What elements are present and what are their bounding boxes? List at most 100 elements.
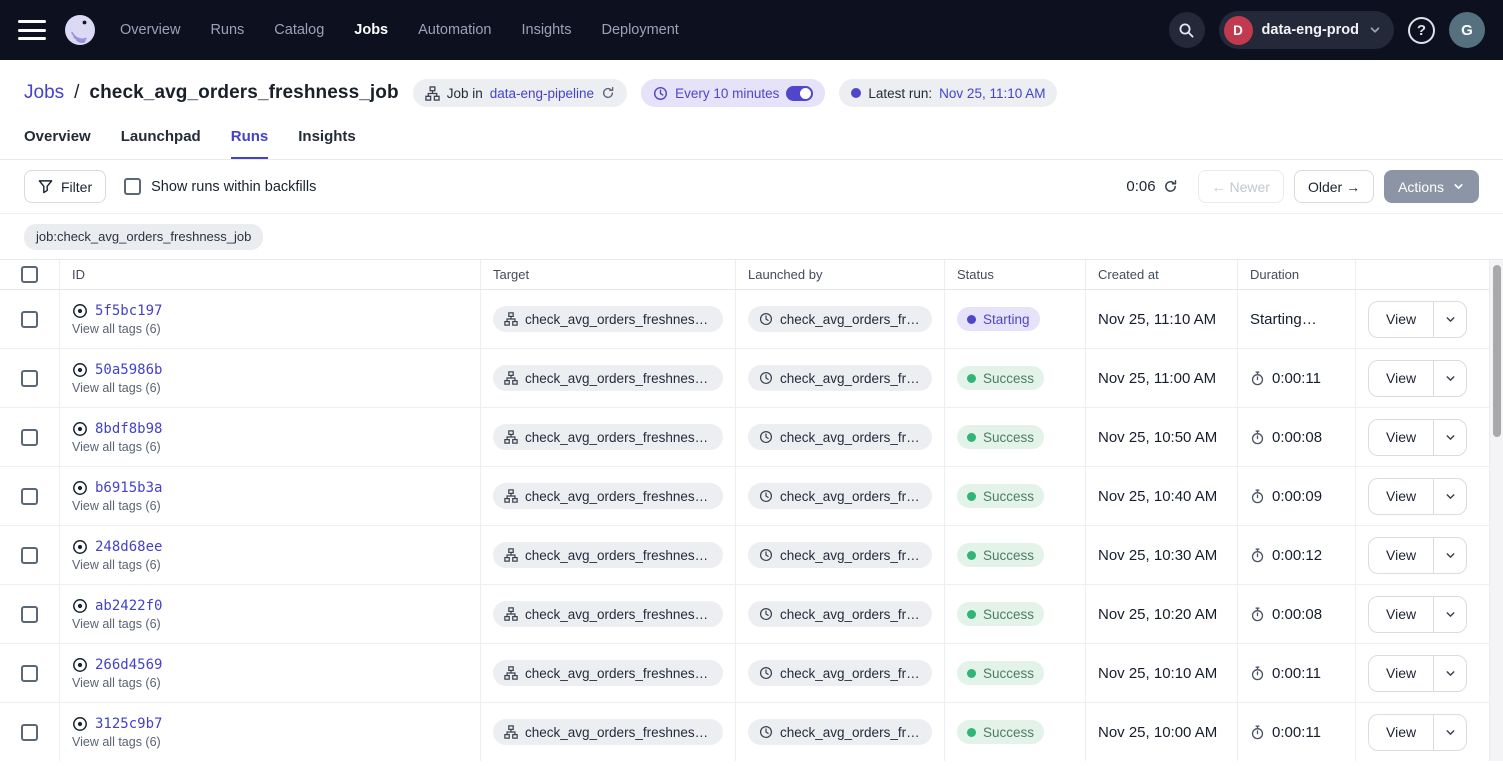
reload-icon[interactable] xyxy=(601,86,615,100)
view-button-group: View xyxy=(1368,714,1467,751)
view-all-tags-link[interactable]: View all tags (6) xyxy=(72,617,161,631)
countdown-value: 0:06 xyxy=(1126,178,1155,195)
nav-item-deployment[interactable]: Deployment xyxy=(601,22,678,38)
view-dropdown-button[interactable] xyxy=(1433,715,1466,750)
workspace-switcher[interactable]: D data-eng-prod xyxy=(1219,11,1394,49)
refresh-icon[interactable] xyxy=(1163,179,1178,194)
vertical-scrollbar[interactable] xyxy=(1489,260,1503,761)
run-id-link[interactable]: 5f5bc197 xyxy=(95,303,162,319)
nav-item-insights[interactable]: Insights xyxy=(521,22,571,38)
run-id-link[interactable]: 248d68ee xyxy=(95,539,162,555)
tab-launchpad[interactable]: Launchpad xyxy=(121,128,201,159)
nav-item-overview[interactable]: Overview xyxy=(120,22,180,38)
launched-by-tag[interactable]: check_avg_orders_freshn… xyxy=(748,424,932,450)
latest-run-label: Latest run: xyxy=(868,86,932,101)
run-id-link[interactable]: 266d4569 xyxy=(95,657,162,673)
view-button[interactable]: View xyxy=(1369,715,1433,750)
view-all-tags-link[interactable]: View all tags (6) xyxy=(72,499,161,513)
view-dropdown-button[interactable] xyxy=(1433,656,1466,691)
select-all-checkbox[interactable] xyxy=(21,266,38,283)
view-all-tags-link[interactable]: View all tags (6) xyxy=(72,558,161,572)
runs-table-body: 5f5bc197 View all tags (6) check_avg_ord… xyxy=(0,290,1489,761)
table-row: 5f5bc197 View all tags (6) check_avg_ord… xyxy=(0,290,1489,349)
view-dropdown-button[interactable] xyxy=(1433,420,1466,455)
launched-by-tag[interactable]: check_avg_orders_freshn… xyxy=(748,542,932,568)
run-id-link[interactable]: 50a5986b xyxy=(95,362,162,378)
view-all-tags-link[interactable]: View all tags (6) xyxy=(72,440,161,454)
user-avatar[interactable]: G xyxy=(1449,12,1485,48)
view-dropdown-button[interactable] xyxy=(1433,479,1466,514)
search-button[interactable] xyxy=(1169,12,1205,48)
chevron-down-icon xyxy=(1444,490,1457,503)
clock-icon xyxy=(653,86,668,101)
breadcrumb-jobs-link[interactable]: Jobs xyxy=(24,82,64,104)
view-dropdown-button[interactable] xyxy=(1433,597,1466,632)
row-checkbox[interactable] xyxy=(21,488,38,505)
view-button[interactable]: View xyxy=(1369,361,1433,396)
filter-button[interactable]: Filter xyxy=(24,170,106,203)
run-id-link[interactable]: b6915b3a xyxy=(95,480,162,496)
launched-by-tag[interactable]: check_avg_orders_freshn… xyxy=(748,660,932,686)
actions-button[interactable]: Actions xyxy=(1384,170,1479,203)
status-badge: Success xyxy=(957,661,1044,685)
row-checkbox[interactable] xyxy=(21,311,38,328)
backfills-checkbox[interactable] xyxy=(124,178,141,195)
row-checkbox[interactable] xyxy=(21,429,38,446)
view-all-tags-link[interactable]: View all tags (6) xyxy=(72,735,161,749)
schedule-toggle[interactable] xyxy=(786,86,813,101)
nav-item-jobs[interactable]: Jobs xyxy=(354,22,388,38)
launched-by-tag[interactable]: check_avg_orders_freshn… xyxy=(748,306,932,332)
view-button[interactable]: View xyxy=(1369,656,1433,691)
target-tag[interactable]: check_avg_orders_freshness_job xyxy=(493,483,723,509)
view-all-tags-link[interactable]: View all tags (6) xyxy=(72,676,161,690)
target-tag[interactable]: check_avg_orders_freshness_job xyxy=(493,306,723,332)
row-checkbox[interactable] xyxy=(21,665,38,682)
view-all-tags-link[interactable]: View all tags (6) xyxy=(72,322,161,336)
run-id-link[interactable]: 8bdf8b98 xyxy=(95,421,162,437)
nav-item-automation[interactable]: Automation xyxy=(418,22,491,38)
view-button[interactable]: View xyxy=(1369,479,1433,514)
pipeline-link[interactable]: data-eng-pipeline xyxy=(490,86,594,101)
tab-overview[interactable]: Overview xyxy=(24,128,91,159)
hamburger-menu-icon[interactable] xyxy=(18,20,46,40)
schedule-badge: Every 10 minutes xyxy=(641,79,825,107)
target-tag[interactable]: check_avg_orders_freshness_job xyxy=(493,601,723,627)
launched-by-tag[interactable]: check_avg_orders_freshn… xyxy=(748,483,932,509)
schedule-clock-icon xyxy=(759,312,773,326)
target-tag[interactable]: check_avg_orders_freshness_job xyxy=(493,719,723,745)
view-button[interactable]: View xyxy=(1369,420,1433,455)
column-header-actions xyxy=(1356,260,1489,289)
view-dropdown-button[interactable] xyxy=(1433,538,1466,573)
view-dropdown-button[interactable] xyxy=(1433,302,1466,337)
launched-by-tag[interactable]: check_avg_orders_freshn… xyxy=(748,719,932,745)
row-checkbox[interactable] xyxy=(21,547,38,564)
help-icon[interactable]: ? xyxy=(1408,17,1435,44)
run-id-link[interactable]: ab2422f0 xyxy=(95,598,162,614)
older-button[interactable]: Older → xyxy=(1294,170,1374,203)
target-tag[interactable]: check_avg_orders_freshness_job xyxy=(493,660,723,686)
view-button[interactable]: View xyxy=(1369,302,1433,337)
newer-button[interactable]: ← Newer xyxy=(1198,170,1284,203)
view-button[interactable]: View xyxy=(1369,597,1433,632)
row-checkbox[interactable] xyxy=(21,724,38,741)
target-tag[interactable]: check_avg_orders_freshness_job xyxy=(493,365,723,391)
latest-run-link[interactable]: Nov 25, 11:10 AM xyxy=(939,86,1045,101)
launched-by-tag[interactable]: check_avg_orders_freshn… xyxy=(748,365,932,391)
nav-item-catalog[interactable]: Catalog xyxy=(274,22,324,38)
tab-insights[interactable]: Insights xyxy=(298,128,356,159)
nav-item-runs[interactable]: Runs xyxy=(210,22,244,38)
row-checkbox[interactable] xyxy=(21,370,38,387)
row-checkbox[interactable] xyxy=(21,606,38,623)
target-tag[interactable]: check_avg_orders_freshness_job xyxy=(493,424,723,450)
launched-by-tag[interactable]: check_avg_orders_freshn… xyxy=(748,601,932,627)
target-tag[interactable]: check_avg_orders_freshness_job xyxy=(493,542,723,568)
tab-runs[interactable]: Runs xyxy=(231,128,269,159)
column-header-target: Target xyxy=(481,260,736,289)
run-id-link[interactable]: 3125c9b7 xyxy=(95,716,162,732)
view-button[interactable]: View xyxy=(1369,538,1433,573)
job-filter-tag[interactable]: job:check_avg_orders_freshness_job xyxy=(24,224,263,250)
view-dropdown-button[interactable] xyxy=(1433,361,1466,396)
view-all-tags-link[interactable]: View all tags (6) xyxy=(72,381,161,395)
dagster-logo[interactable] xyxy=(62,12,98,48)
scrollbar-thumb[interactable] xyxy=(1493,265,1501,437)
